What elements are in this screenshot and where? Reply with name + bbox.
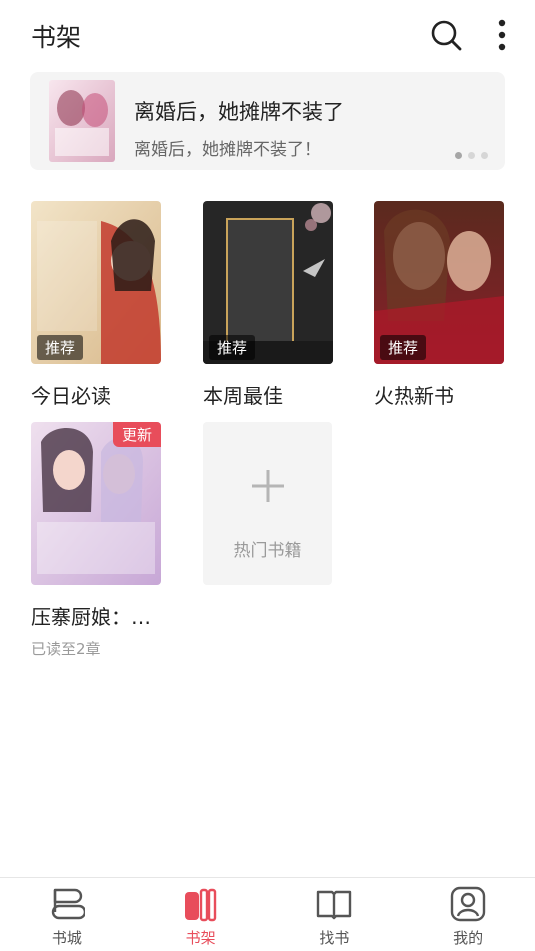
nav-item-profile[interactable]: 我的 xyxy=(401,878,535,951)
book-title: 今日必读 xyxy=(31,384,111,408)
book-open-icon xyxy=(317,890,352,920)
book-title: 火热新书 xyxy=(374,384,454,408)
book-cover[interactable]: 推荐 xyxy=(203,201,333,364)
add-book-label: 热门书籍 xyxy=(233,541,302,561)
bookshelf-icon xyxy=(184,888,216,922)
recommend-tag: 推荐 xyxy=(380,335,427,360)
nav-item-bookshelf[interactable]: 书架 xyxy=(134,878,268,951)
more-vertical-icon[interactable] xyxy=(490,18,514,52)
book-title: 压寨厨娘：… xyxy=(31,605,151,629)
book-cover[interactable]: 推荐 xyxy=(374,201,504,364)
carousel-dot xyxy=(455,152,462,159)
carousel-indicator xyxy=(455,152,488,159)
recommend-tag: 推荐 xyxy=(37,335,84,360)
book-card[interactable]: 推荐 本周最佳 xyxy=(203,201,333,409)
book-card[interactable]: 推荐 今日必读 xyxy=(31,201,161,409)
banner-subtitle: 离婚后，她摊牌不装了！ xyxy=(134,140,321,160)
recommend-tag: 推荐 xyxy=(209,335,256,360)
book-card[interactable]: 更新 压寨厨娘：… 已读至2章 xyxy=(31,422,161,659)
book-card[interactable]: 推荐 火热新书 xyxy=(374,201,504,409)
reading-progress: 已读至2章 xyxy=(31,640,101,658)
book-title: 本周最佳 xyxy=(203,384,283,408)
carousel-dot xyxy=(468,152,475,159)
book-cover[interactable]: 推荐 xyxy=(31,201,161,364)
book-cover[interactable]: 更新 xyxy=(31,422,161,585)
update-badge: 更新 xyxy=(112,422,161,447)
profile-icon xyxy=(450,886,486,922)
nav-label: 我的 xyxy=(453,929,484,947)
nav-item-find-book[interactable]: 找书 xyxy=(268,878,402,951)
store-icon xyxy=(51,888,85,920)
nav-label: 找书 xyxy=(319,929,350,947)
recommend-banner[interactable]: 离婚后，她摊牌不装了 离婚后，她摊牌不装了！ xyxy=(30,72,505,170)
carousel-dot xyxy=(481,152,488,159)
banner-title: 离婚后，她摊牌不装了 xyxy=(134,100,344,124)
add-book-tile[interactable]: 热门书籍 xyxy=(203,422,332,585)
page-title: 书架 xyxy=(31,23,82,52)
bottom-navigation: 书城 书架 找书 我的 xyxy=(0,877,535,951)
top-bar: 书架 xyxy=(0,0,535,70)
nav-label: 书城 xyxy=(51,929,82,947)
search-icon[interactable] xyxy=(430,19,462,51)
nav-label: 书架 xyxy=(185,929,216,947)
plus-icon xyxy=(252,470,284,502)
banner-book-cover[interactable] xyxy=(49,80,115,162)
nav-item-store[interactable]: 书城 xyxy=(0,878,134,951)
